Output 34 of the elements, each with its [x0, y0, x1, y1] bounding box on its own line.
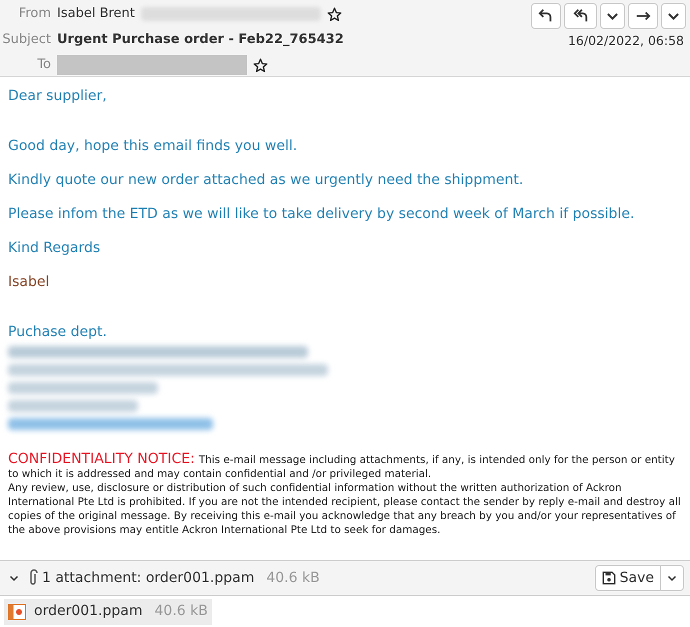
file-name: order001.ppam [34, 602, 142, 621]
date-text: 16/02/2022, 06:58 [568, 32, 684, 50]
caret-icon [668, 12, 679, 20]
message-line: Puchase dept. [8, 323, 108, 342]
subject-text: Urgent Purchase order - Feb22_765432 [57, 31, 344, 50]
reply-icon [538, 8, 554, 24]
file-size: 40.6 kB [154, 602, 208, 621]
paperclip-icon [28, 569, 38, 587]
message-line: Kind Regards [8, 239, 102, 258]
message-line: Isabel [8, 273, 50, 292]
forward-button[interactable] [628, 3, 658, 29]
message-line: Kindly quote our new order attached as we urgently need the shippment. [8, 171, 524, 190]
attachment-summary: 1 attachment: order001.ppam [42, 568, 254, 588]
attachment-item[interactable]: order001.ppam 40.6 kB [4, 598, 212, 624]
field-label: Subject [1, 31, 51, 50]
star-icon[interactable] [253, 58, 268, 72]
caret-icon [607, 12, 618, 20]
sender-name: Isabel Brent [57, 5, 135, 24]
field-label: From [18, 5, 51, 24]
notice-text: CONFIDENTIALITY NOTICE: This e-mail message including attachments, if any, is intended only for the person or entity to which it is addressed and may contain confidential and /or privileged material. [8, 452, 676, 481]
reply-all-icon [572, 8, 588, 24]
field-label: To [36, 56, 51, 74]
reply-button[interactable] [531, 3, 561, 29]
notice-text: Any review, use, disclosure or distribution of such confidential information without the written authorization of Ackron International Pte Ltd is prohibited. If you are not the intended recipient, please contact the sender by reply e-mail and destroy all copies of the original message. By receiving this e-mail you acknowledge that any breach by you and/or your representatives of the above provisions may entitle Ackron International Pte Ltd to seek for damages. [8, 481, 682, 537]
dropdown-button[interactable] [661, 3, 686, 29]
file-icon [8, 604, 26, 620]
save-icon [602, 571, 616, 585]
star-icon[interactable] [326, 6, 342, 22]
message-line: Good day, hope this email finds you well. [8, 137, 298, 156]
message-line: Please infom the ETD as we will like to take delivery by second week of March if possible. [8, 205, 636, 224]
message-line: Dear supplier, [8, 87, 108, 106]
file-size: 40.6 kB [266, 568, 320, 588]
reply-all-button[interactable] [564, 3, 597, 29]
dropdown-button[interactable] [600, 3, 625, 29]
